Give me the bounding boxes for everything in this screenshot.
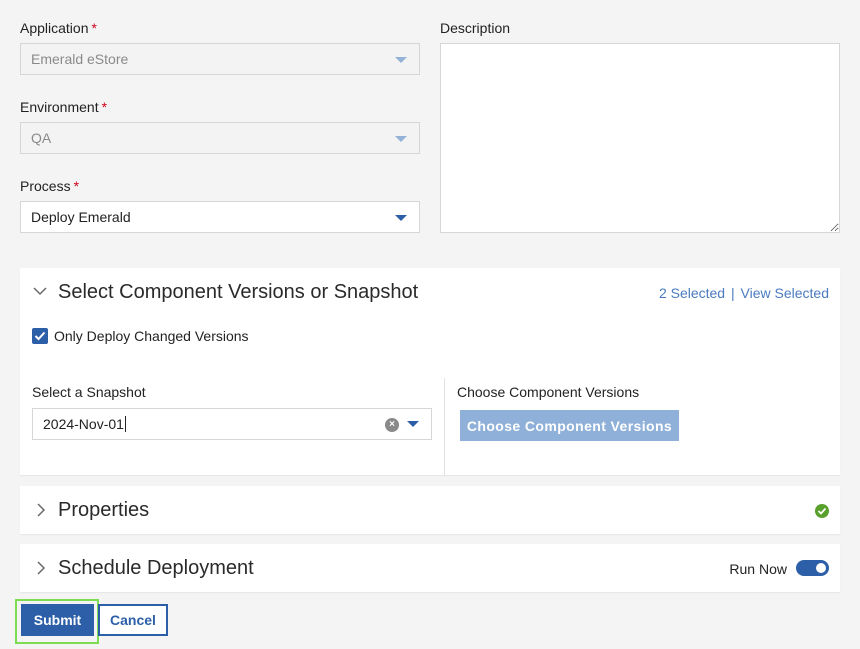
environment-label: Environment * xyxy=(20,99,108,115)
process-label: Process * xyxy=(20,178,80,194)
selected-count-link[interactable]: 2 Selected xyxy=(659,285,725,301)
column-divider xyxy=(444,378,445,475)
only-changed-label: Only Deploy Changed Versions xyxy=(54,328,249,344)
schedule-deployment-panel[interactable]: Schedule Deployment Run Now xyxy=(20,544,840,592)
description-label: Description xyxy=(440,20,511,36)
environment-value: QA xyxy=(31,130,52,146)
cancel-button[interactable]: Cancel xyxy=(98,604,168,636)
process-select[interactable]: Deploy Emerald xyxy=(20,201,420,233)
application-value: Emerald eStore xyxy=(31,51,129,67)
toggle-knob xyxy=(816,563,826,573)
environment-select[interactable]: QA xyxy=(20,122,420,154)
run-now-label: Run Now xyxy=(729,561,787,577)
properties-panel-title: Properties xyxy=(58,499,150,521)
snapshot-label: Select a Snapshot xyxy=(32,384,146,400)
process-value: Deploy Emerald xyxy=(31,209,131,225)
description-textarea[interactable] xyxy=(440,43,840,233)
chevron-right-icon[interactable] xyxy=(36,502,46,518)
text-cursor xyxy=(124,416,126,432)
choose-versions-button[interactable]: Choose Component Versions xyxy=(460,410,679,441)
schedule-panel-title: Schedule Deployment xyxy=(58,557,254,579)
selection-summary: 2 Selected | View Selected xyxy=(659,285,829,301)
view-selected-link[interactable]: View Selected xyxy=(741,285,829,301)
clear-icon[interactable]: × xyxy=(385,418,399,432)
caret-down-icon xyxy=(395,57,407,63)
chevron-down-icon[interactable] xyxy=(32,286,48,296)
required-marker: * xyxy=(73,178,80,194)
application-label: Application * xyxy=(20,20,97,36)
snapshot-select[interactable]: 2024-Nov-01 × xyxy=(32,408,432,440)
properties-panel[interactable]: Properties xyxy=(20,486,840,534)
application-select[interactable]: Emerald eStore xyxy=(20,43,420,75)
run-now-toggle[interactable] xyxy=(796,560,829,576)
choose-versions-label: Choose Component Versions xyxy=(457,384,640,400)
submit-button[interactable]: Submit xyxy=(21,604,94,636)
required-marker: * xyxy=(91,20,97,36)
snapshot-value: 2024-Nov-01 xyxy=(43,416,124,432)
component-panel-title: Select Component Versions or Snapshot xyxy=(58,281,419,303)
chevron-right-icon[interactable] xyxy=(36,560,46,576)
check-icon xyxy=(34,331,46,341)
caret-down-icon[interactable] xyxy=(407,421,419,427)
caret-down-icon xyxy=(395,215,407,221)
link-separator: | xyxy=(731,285,735,301)
required-marker: * xyxy=(101,99,108,115)
only-changed-checkbox[interactable] xyxy=(32,328,48,344)
success-check-icon xyxy=(815,504,829,518)
component-versions-panel: Select Component Versions or Snapshot 2 … xyxy=(20,268,840,475)
caret-down-icon xyxy=(395,136,407,142)
